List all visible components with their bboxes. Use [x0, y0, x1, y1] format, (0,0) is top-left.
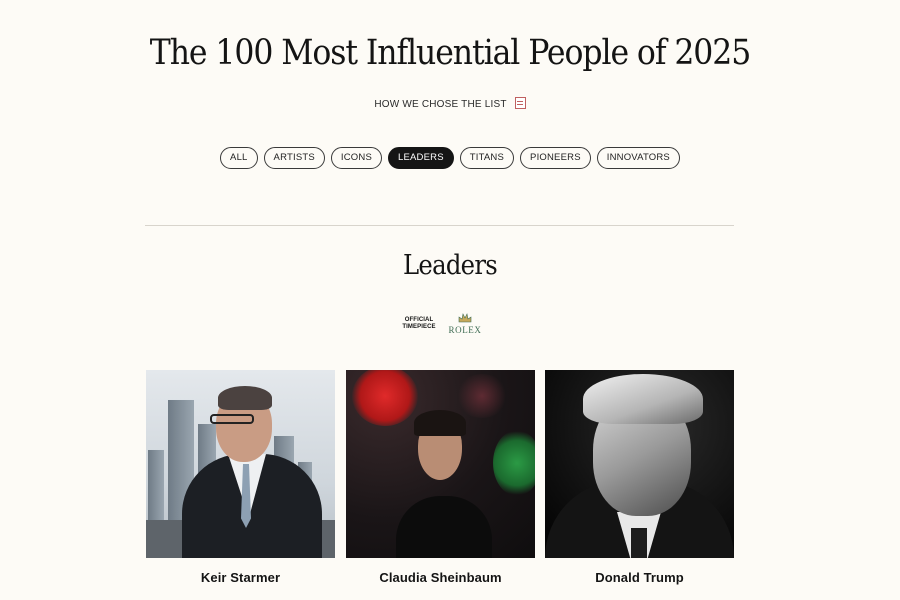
- person-name[interactable]: Claudia Sheinbaum: [346, 570, 535, 585]
- sponsor-label-line2: TIMEPIECE: [402, 324, 436, 330]
- person-name[interactable]: Keir Starmer: [146, 570, 335, 585]
- filter-leaders[interactable]: LEADERS: [387, 147, 454, 169]
- section-title: Leaders: [403, 250, 498, 281]
- person-photo: [346, 370, 535, 558]
- page-title: The 100 Most Influential People of 2025: [149, 33, 751, 73]
- how-we-chose-label: HOW WE CHOSE THE LIST: [374, 99, 507, 110]
- rolex-crown-icon: [458, 313, 472, 323]
- sponsor-brand: ROLEX: [448, 325, 482, 335]
- person-name[interactable]: Donald Trump: [545, 570, 734, 585]
- document-icon: [514, 97, 526, 109]
- person-photo: [146, 370, 335, 558]
- sponsor-badge[interactable]: OFFICIAL TIMEPIECE ROLEX: [400, 313, 490, 337]
- person-card[interactable]: Keir Starmer: [146, 370, 335, 585]
- filter-all[interactable]: ALL: [220, 147, 258, 169]
- person-card[interactable]: Claudia Sheinbaum: [346, 370, 535, 585]
- filter-artists[interactable]: ARTISTS: [263, 147, 325, 169]
- how-we-chose-link[interactable]: HOW WE CHOSE THE LIST: [0, 97, 900, 110]
- category-filter-bar: ALL ARTISTS ICONS LEADERS TITANS PIONEER…: [0, 147, 900, 169]
- person-card[interactable]: Donald Trump: [545, 370, 734, 585]
- filter-innovators[interactable]: INNOVATORS: [596, 147, 680, 169]
- filter-titans[interactable]: TITANS: [459, 147, 515, 169]
- filter-pioneers[interactable]: PIONEERS: [520, 147, 591, 169]
- sponsor-label-line1: OFFICIAL: [404, 317, 434, 323]
- person-photo: [545, 370, 734, 558]
- filter-icons[interactable]: ICONS: [330, 147, 382, 169]
- sponsor-label: OFFICIAL TIMEPIECE: [400, 317, 438, 331]
- section-divider: [145, 225, 734, 226]
